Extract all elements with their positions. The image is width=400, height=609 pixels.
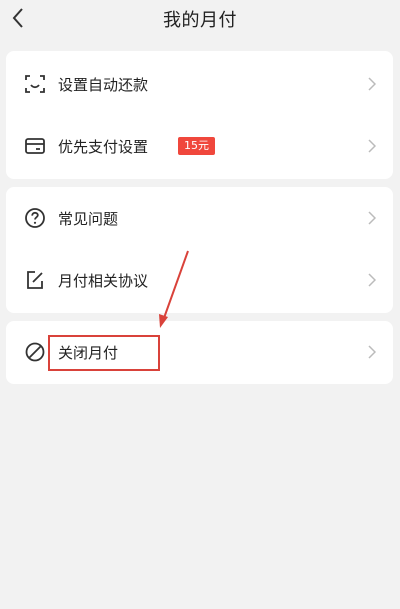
chevron-right-icon [367,345,377,359]
agreement-label: 月付相关协议 [58,271,149,290]
close-monthly-pay-row[interactable]: 关闭月付 [6,321,393,383]
back-button[interactable] [4,4,32,32]
agreement-row[interactable]: 月付相关协议 [6,249,393,311]
chevron-right-icon [367,139,377,153]
faq-row[interactable]: 常见问题 [6,187,393,249]
reward-badge: 15元 [178,137,215,155]
ban-icon [24,341,46,363]
page-title: 我的月付 [163,10,237,31]
chevron-left-icon [12,8,23,28]
edit-document-icon [24,269,46,291]
faq-label: 常见问题 [58,209,119,228]
chevron-right-icon [367,77,377,91]
close-card: 关闭月付 [6,321,393,384]
question-circle-icon [24,207,46,229]
chevron-right-icon [367,273,377,287]
scan-face-icon [24,73,46,95]
auto-repay-label: 设置自动还款 [58,75,149,94]
auto-repay-row[interactable]: 设置自动还款 [6,53,393,115]
priority-pay-row[interactable]: 优先支付设置 15元 [6,115,393,177]
settings-card: 设置自动还款 优先支付设置 15元 [6,51,393,179]
priority-pay-label: 优先支付设置 [58,137,149,156]
close-monthly-pay-label: 关闭月付 [58,343,119,362]
help-card: 常见问题 月付相关协议 [6,187,393,313]
card-icon [24,135,46,157]
chevron-right-icon [367,211,377,225]
top-bar: 我的月付 [0,0,400,38]
